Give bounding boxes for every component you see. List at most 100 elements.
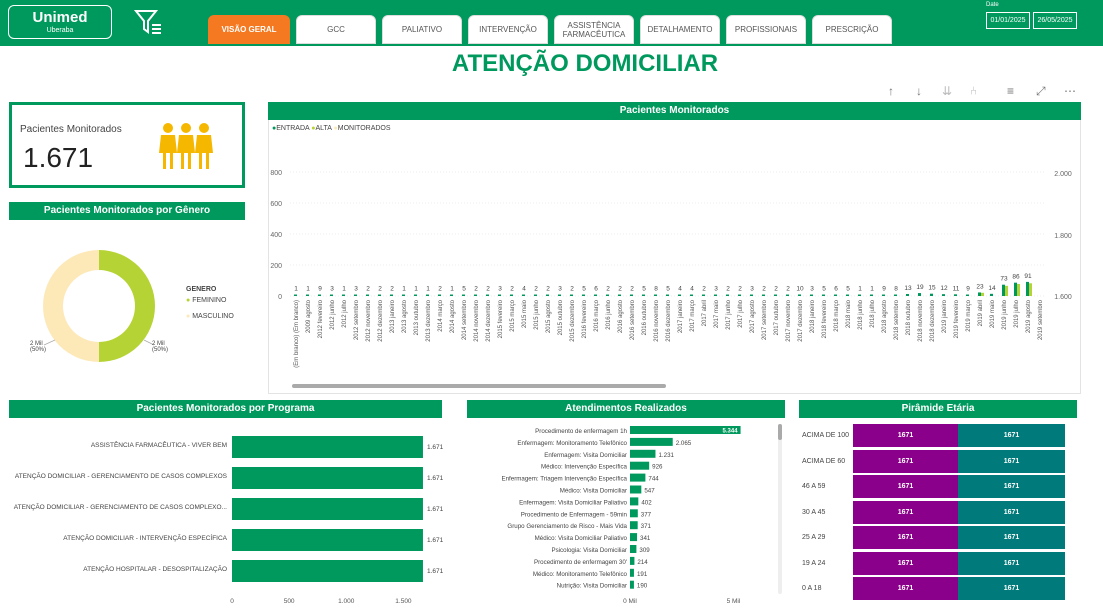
scrollbar-track[interactable] xyxy=(778,424,782,594)
bar-entrada[interactable] xyxy=(690,294,693,297)
bar-entrada[interactable] xyxy=(678,294,681,297)
tab-2[interactable]: PALIATIVO xyxy=(382,15,462,44)
piramide-cell-b[interactable]: 1671 xyxy=(958,449,1065,473)
legend-feminino[interactable]: ● FEMININO xyxy=(186,297,226,304)
legend-masculino[interactable]: ● MASCULINO xyxy=(186,313,234,320)
bar-entrada[interactable] xyxy=(294,294,297,297)
bar-entrada[interactable] xyxy=(738,294,741,297)
programa-bar[interactable] xyxy=(232,467,423,489)
donut-slice-masculino[interactable] xyxy=(43,250,99,362)
bar-entrada[interactable] xyxy=(726,294,729,297)
bar-entrada[interactable] xyxy=(630,294,633,297)
bar-entrada[interactable] xyxy=(774,294,777,297)
bar-entrada[interactable] xyxy=(762,294,765,297)
bar-entrada[interactable] xyxy=(978,292,981,296)
bar-entrada[interactable] xyxy=(870,294,873,297)
bar-entrada[interactable] xyxy=(918,293,921,296)
tab-4[interactable]: ASSISTÊNCIA FARMACÊUTICA xyxy=(554,15,634,44)
bar-entrada[interactable] xyxy=(522,294,525,297)
bar-entrada[interactable] xyxy=(342,294,345,297)
bar-entrada[interactable] xyxy=(942,294,945,296)
atendimento-bar[interactable] xyxy=(630,521,638,530)
bar-entrada[interactable] xyxy=(390,294,393,297)
bar-entrada[interactable] xyxy=(378,294,381,297)
tab-6[interactable]: PROFISSIONAIS xyxy=(726,15,806,44)
atendimento-bar[interactable] xyxy=(630,568,634,577)
bar-entrada[interactable] xyxy=(318,294,321,297)
bar-entrada[interactable] xyxy=(894,294,897,297)
programa-bar[interactable] xyxy=(232,560,423,582)
tab-1[interactable]: GCC xyxy=(296,15,376,44)
bar-entrada[interactable] xyxy=(462,294,465,297)
programa-bar[interactable] xyxy=(232,529,423,551)
bar-entrada[interactable] xyxy=(306,294,309,297)
tab-5[interactable]: DETALHAMENTO xyxy=(640,15,720,44)
drill-down-icon[interactable]: ↓ xyxy=(916,84,922,98)
bar-entrada[interactable] xyxy=(510,294,513,297)
bar-alta[interactable] xyxy=(981,292,984,296)
bar-entrada[interactable] xyxy=(546,294,549,297)
bar-entrada[interactable] xyxy=(786,294,789,297)
bar-entrada[interactable] xyxy=(1014,282,1017,296)
bar-entrada[interactable] xyxy=(966,294,969,297)
tab-3[interactable]: INTERVENÇÃO xyxy=(468,15,548,44)
programa-bar[interactable] xyxy=(232,498,423,520)
atendimento-bar[interactable] xyxy=(630,437,673,446)
bar-entrada[interactable] xyxy=(330,294,333,297)
atendimento-bar[interactable] xyxy=(630,497,639,506)
piramide-cell-a[interactable]: 1671 xyxy=(853,500,958,524)
piramide-cell-a[interactable]: 1671 xyxy=(853,551,958,575)
bar-entrada[interactable] xyxy=(654,294,657,297)
piramide-cell-a[interactable]: 1671 xyxy=(853,424,958,447)
bar-entrada[interactable] xyxy=(834,294,837,297)
piramide-cell-a[interactable]: 1671 xyxy=(853,526,958,549)
piramide-cell-b[interactable]: 1671 xyxy=(958,526,1065,549)
tab-0[interactable]: VISÃO GERAL xyxy=(208,15,290,44)
expand-hierarchy-icon[interactable]: ⑃ xyxy=(970,84,977,98)
piramide-cell-a[interactable]: 1671 xyxy=(853,475,958,498)
filter-visual-icon[interactable]: ≡ xyxy=(1007,84,1014,98)
bar-entrada[interactable] xyxy=(1002,284,1005,296)
bar-entrada[interactable] xyxy=(618,294,621,297)
bar-entrada[interactable] xyxy=(534,294,537,297)
bar-entrada[interactable] xyxy=(486,294,489,297)
atendimento-bar[interactable] xyxy=(630,556,635,565)
bar-entrada[interactable] xyxy=(1026,281,1029,296)
atendimentos-chart[interactable]: Procedimento de enfermagem 1h 5.344 Enferm… xyxy=(460,420,790,610)
bar-entrada[interactable] xyxy=(474,294,477,297)
bar-alta[interactable] xyxy=(1017,284,1020,296)
atendimento-bar[interactable] xyxy=(630,485,642,494)
piramide-cell-b[interactable]: 1671 xyxy=(958,577,1065,600)
piramide-cell-a[interactable]: 1671 xyxy=(853,577,958,600)
bar-entrada[interactable] xyxy=(606,294,609,297)
atendimento-bar[interactable] xyxy=(630,545,637,553)
atendimento-bar[interactable] xyxy=(630,509,638,518)
bar-entrada[interactable] xyxy=(450,294,453,297)
drill-up-icon[interactable]: ↑ xyxy=(888,84,894,98)
expand-all-icon[interactable]: ⇊ xyxy=(942,84,952,98)
piramide-cell-a[interactable]: 1671 xyxy=(853,449,958,473)
monitorados-chart[interactable]: 0 200 400 600 800 1.600 1.800 2.000 1 (Em branco)… xyxy=(268,140,1081,394)
bar-entrada[interactable] xyxy=(906,293,909,296)
bar-entrada[interactable] xyxy=(414,294,417,297)
bar-entrada[interactable] xyxy=(846,294,849,297)
piramide-cell-b[interactable]: 1671 xyxy=(958,551,1065,575)
donut-slice-feminino[interactable] xyxy=(99,250,155,362)
bar-entrada[interactable] xyxy=(366,294,369,297)
focus-mode-icon[interactable]: ⤢ xyxy=(1036,84,1046,99)
bar-entrada[interactable] xyxy=(558,294,561,297)
bar-entrada[interactable] xyxy=(750,294,753,297)
bar-alta[interactable] xyxy=(1005,285,1008,296)
piramide-cell-b[interactable]: 1671 xyxy=(958,424,1065,447)
piramide-cell-b[interactable]: 1671 xyxy=(958,475,1065,498)
bar-entrada[interactable] xyxy=(570,294,573,297)
bar-entrada[interactable] xyxy=(702,294,705,297)
bar-entrada[interactable] xyxy=(798,294,801,296)
bar-entrada[interactable] xyxy=(426,294,429,297)
bar-entrada[interactable] xyxy=(642,294,645,297)
date-end-field[interactable]: 26/05/2025 xyxy=(1033,12,1077,29)
bar-entrada[interactable] xyxy=(930,293,933,296)
tab-7[interactable]: PRESCRIÇÃO xyxy=(812,15,892,44)
scrollbar-thumb[interactable] xyxy=(778,424,782,440)
atendimento-bar[interactable] xyxy=(630,533,638,542)
